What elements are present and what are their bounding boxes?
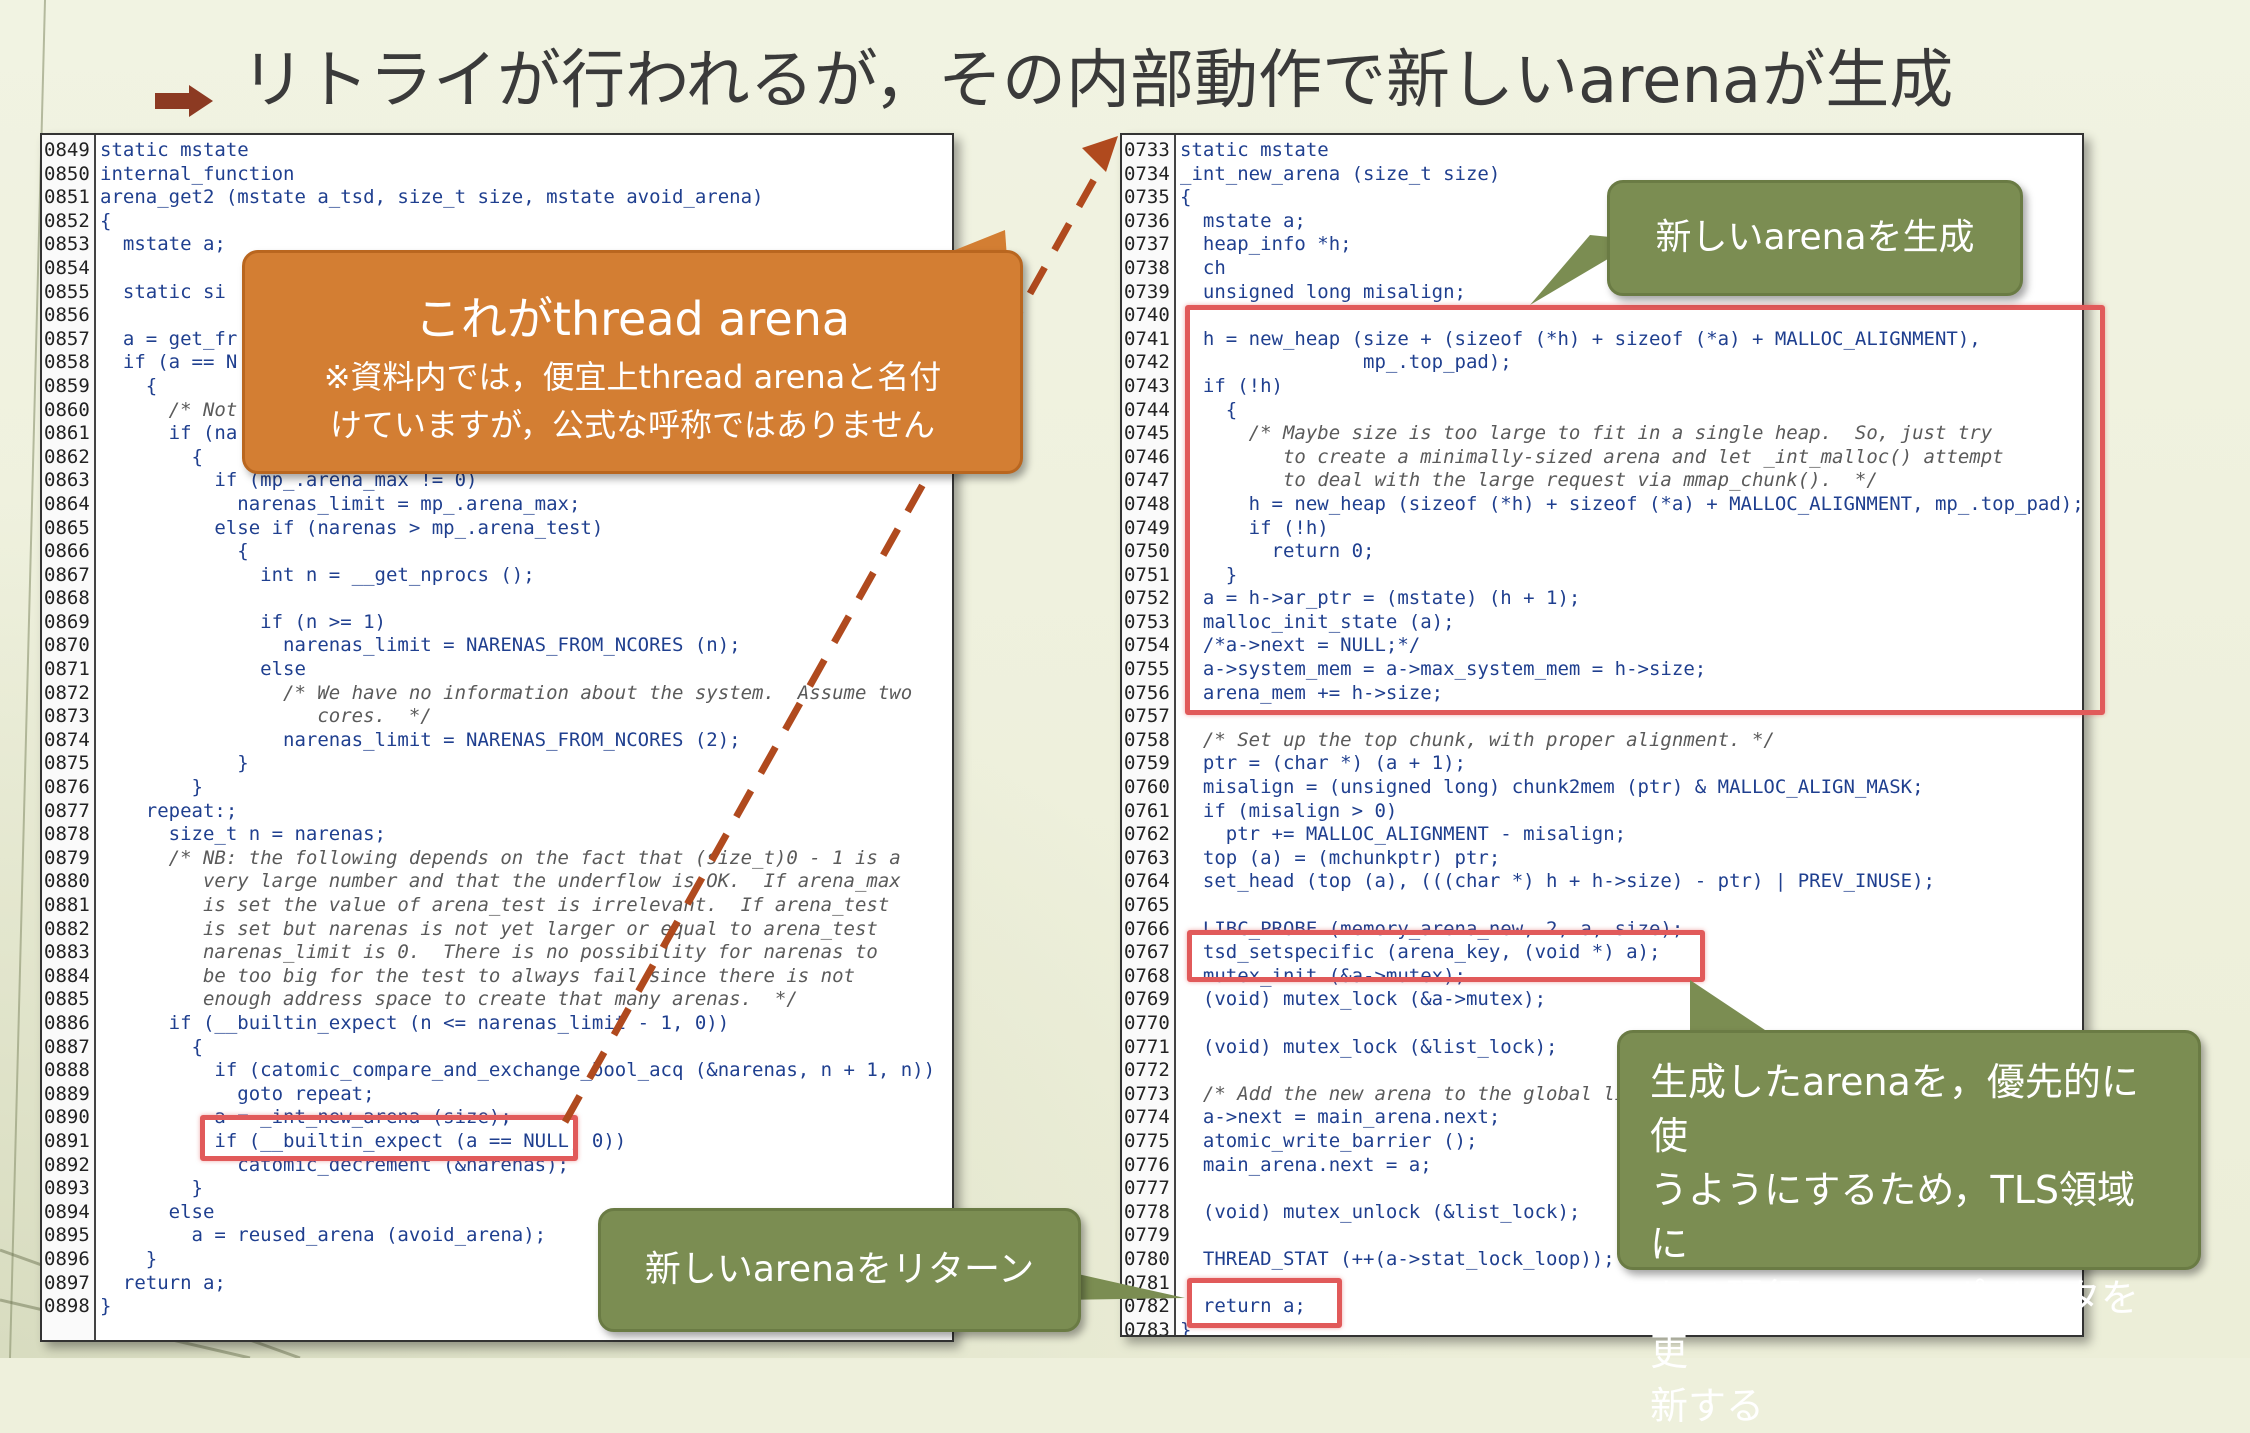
dashed-arrow-head: [1082, 136, 1118, 172]
callout-line: 生成したarenaを，優先的に使: [1650, 1060, 2139, 1158]
callout-thread-arena: これがthread arena ※資料内では，便宜上thread arenaと名…: [242, 250, 1023, 474]
callout-tls-update: 生成したarenaを，優先的に使 うようにするため，TLS領域に ある現行are…: [1617, 1030, 2201, 1428]
callout-line: 新する: [1650, 1384, 1765, 1428]
callout-note-line2: けていますが，公式な呼称ではありません: [329, 406, 936, 444]
callout-line: ある現行arenaのポインタを更: [1650, 1276, 2139, 1374]
callout-return-arena: 新しいarenaをリターン: [598, 1208, 1081, 1332]
callout-note-line1: ※資料内では，便宜上thread arenaと名付: [323, 358, 942, 396]
callout-title: これがthread arena: [414, 292, 851, 346]
callout-line: うようにするため，TLS領域に: [1650, 1168, 2135, 1266]
callout-new-arena: 新しいarenaを生成: [1607, 180, 2023, 296]
